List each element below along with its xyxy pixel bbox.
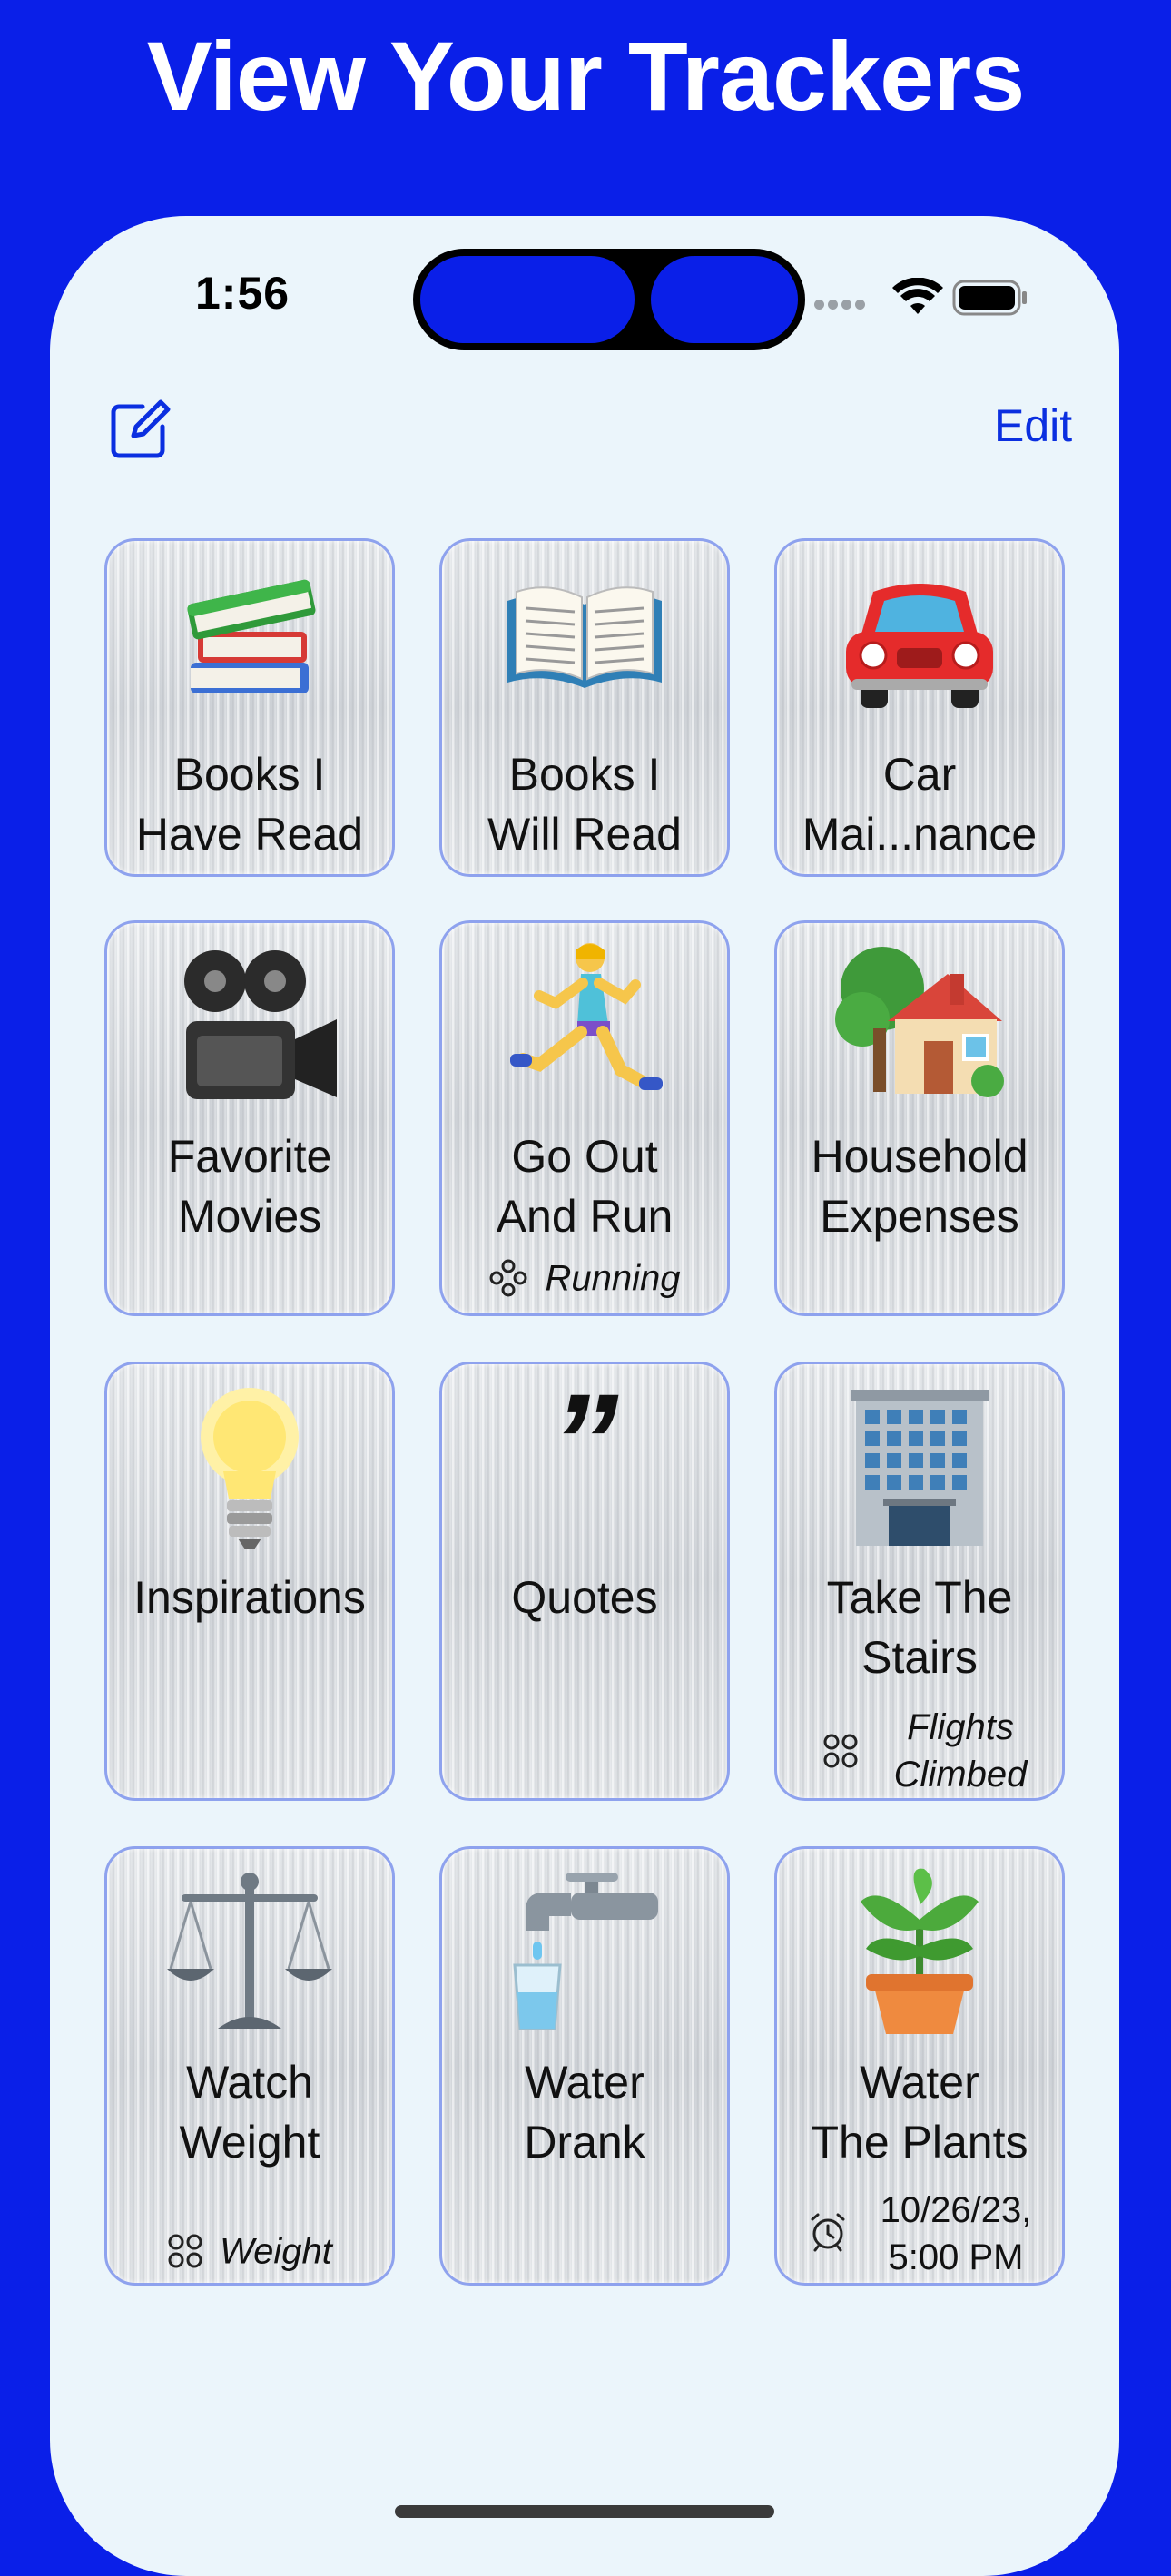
battery-icon [952,280,1027,316]
edit-button[interactable]: Edit [994,399,1072,452]
tracker-tile-quotes[interactable]: ” Quotes [439,1362,730,1801]
workout-icon [489,1259,527,1297]
tracker-tile-go-out-and-run[interactable]: Go Out And Run Running [439,920,730,1316]
tracker-meta: Flights Climbed [777,1704,1062,1798]
car-icon [777,565,1062,723]
potted-plant-icon [777,1865,1062,2042]
tracker-tile-car-maintenance[interactable]: Car Mai...nance [774,538,1065,877]
tracker-title: Favorite Movies [167,1131,332,1242]
tracker-tile-books-read[interactable]: Books I Have Read [104,538,395,877]
compose-icon[interactable] [106,394,175,463]
health-data-icon [823,1734,858,1768]
tracker-title: Household Expenses [811,1131,1028,1242]
quote-icon: ” [550,1365,619,1518]
phone-screen: 1:56 Edit Books I Have Read Books I Will… [50,216,1119,2576]
tracker-tile-inspirations[interactable]: Inspirations [104,1362,395,1801]
tracker-tile-favorite-movies[interactable]: Favorite Movies [104,920,395,1316]
tracker-title: Inspirations [133,1572,366,1623]
tracker-title: Watch Weight [179,2057,320,2168]
tracker-tile-water-the-plants[interactable]: Water The Plants 10/26/23, 5:00 PM [774,1846,1065,2286]
status-icons [814,276,1087,330]
cellular-signal-icon [814,298,869,314]
tracker-title: Car Mai...nance [802,749,1038,860]
tracker-tile-books-will-read[interactable]: Books I Will Read [439,538,730,877]
health-data-icon [168,2234,202,2268]
runner-icon [442,938,727,1115]
tracker-title: Water Drank [524,2057,645,2168]
tracker-meta: Running [442,1254,727,1301]
alarm-clock-icon [811,2213,845,2252]
tracker-title: Go Out And Run [496,1131,674,1242]
tracker-title: Take The Stairs [826,1572,1013,1683]
tracker-title: Quotes [511,1572,658,1623]
tracker-meta: 10/26/23, 5:00 PM [777,2187,1062,2281]
books-icon [107,556,392,714]
dynamic-island [413,249,805,350]
wifi-icon [892,278,943,314]
office-building-icon [777,1386,1062,1554]
tracker-tile-watch-weight[interactable]: Watch Weight Weight [104,1846,395,2286]
scales-icon [107,1869,392,2046]
tracker-title: Books I Will Read [487,749,682,860]
home-indicator[interactable] [395,2505,774,2518]
faucet-icon [442,1865,727,2042]
house-icon [777,938,1062,1115]
tracker-meta: Weight [107,2227,392,2274]
tracker-tile-water-drank[interactable]: Water Drank [439,1846,730,2286]
open-book-icon [442,556,727,714]
movie-camera-icon [107,938,392,1115]
tracker-tile-household-expenses[interactable]: Household Expenses [774,920,1065,1316]
status-time: 1:56 [195,268,290,319]
tracker-title: Books I Have Read [135,749,364,860]
tracker-tile-take-the-stairs[interactable]: Take The Stairs Flights Climbed [774,1362,1065,1801]
headline: View Your Trackers [146,21,1026,131]
lightbulb-icon [107,1381,392,1558]
tracker-title: Water The Plants [811,2057,1028,2168]
